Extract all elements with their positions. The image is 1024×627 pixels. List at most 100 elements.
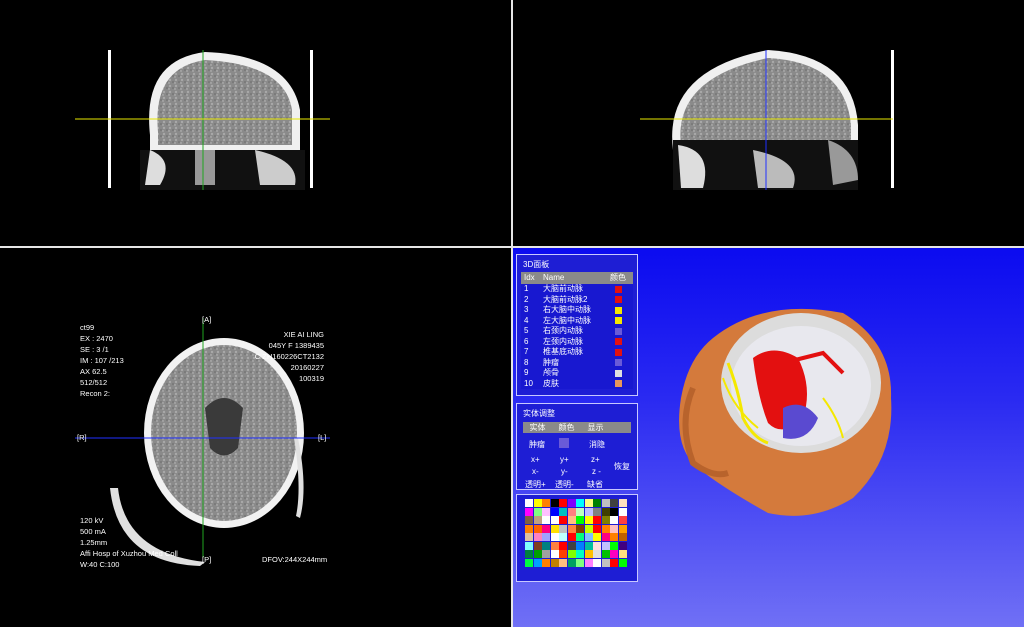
palette-swatch[interactable] bbox=[533, 541, 542, 550]
palette-swatch[interactable] bbox=[584, 558, 593, 567]
color-swatch[interactable] bbox=[614, 285, 622, 293]
palette-swatch[interactable] bbox=[542, 507, 550, 516]
move-x-plus-button[interactable]: x+ bbox=[531, 455, 540, 464]
axial-viewport[interactable]: ct99 EX : 2470 SE : 3 /1 IM : 107 /213 A… bbox=[0, 248, 511, 627]
palette-swatch[interactable] bbox=[610, 499, 618, 507]
restore-button[interactable]: 恢复 bbox=[614, 461, 630, 472]
palette-swatch[interactable] bbox=[550, 558, 559, 567]
palette-swatch[interactable] bbox=[533, 516, 542, 524]
color-swatch[interactable] bbox=[614, 296, 622, 304]
palette-swatch[interactable] bbox=[550, 533, 559, 541]
palette-swatch[interactable] bbox=[559, 541, 567, 550]
palette-swatch[interactable] bbox=[593, 516, 601, 524]
move-z-plus-button[interactable]: z+ bbox=[591, 455, 600, 464]
palette-swatch[interactable] bbox=[618, 507, 627, 516]
palette-swatch[interactable] bbox=[618, 524, 627, 533]
palette-swatch[interactable] bbox=[550, 550, 559, 558]
palette-swatch[interactable] bbox=[525, 550, 533, 558]
table-row[interactable]: 6 左颈内动脉 bbox=[521, 336, 633, 347]
color-swatch[interactable] bbox=[614, 306, 622, 314]
palette-swatch[interactable] bbox=[610, 533, 618, 541]
palette-swatch[interactable] bbox=[525, 507, 533, 516]
color-swatch[interactable] bbox=[614, 317, 622, 325]
palette-swatch[interactable] bbox=[550, 499, 559, 507]
palette-swatch[interactable] bbox=[559, 499, 567, 507]
palette-swatch[interactable] bbox=[593, 507, 601, 516]
palette-swatch[interactable] bbox=[584, 541, 593, 550]
palette-swatch[interactable] bbox=[559, 550, 567, 558]
palette-swatch[interactable] bbox=[533, 499, 542, 507]
palette-swatch[interactable] bbox=[593, 550, 601, 558]
palette-swatch[interactable] bbox=[559, 507, 567, 516]
palette-swatch[interactable] bbox=[542, 533, 550, 541]
palette-swatch[interactable] bbox=[525, 541, 533, 550]
table-row[interactable]: 2 大脑前动脉2 bbox=[521, 294, 633, 305]
palette-swatch[interactable] bbox=[567, 558, 576, 567]
3d-render-viewport[interactable]: 3D面板 Idx Name 颜色 1 大脑前动脉 2 大脑前动脉2 3 右大脑中动脉 4 左大… bbox=[513, 248, 1024, 627]
table-row[interactable]: 4 左大脑中动脉 bbox=[521, 315, 633, 326]
palette-swatch[interactable] bbox=[559, 533, 567, 541]
palette-swatch[interactable] bbox=[610, 507, 618, 516]
palette-swatch[interactable] bbox=[542, 524, 550, 533]
palette-swatch[interactable] bbox=[584, 507, 593, 516]
move-y-plus-button[interactable]: y+ bbox=[560, 455, 569, 464]
palette-swatch[interactable] bbox=[593, 558, 601, 567]
color-swatch[interactable] bbox=[614, 380, 622, 388]
palette-swatch[interactable] bbox=[601, 550, 610, 558]
palette-swatch[interactable] bbox=[576, 550, 584, 558]
table-row[interactable]: 7 椎基底动脉 bbox=[521, 347, 633, 358]
opacity-minus-button[interactable]: 透明- bbox=[555, 479, 574, 490]
palette-swatch[interactable] bbox=[610, 550, 618, 558]
toggle-visibility-button[interactable]: 消隐 bbox=[589, 439, 605, 450]
palette-swatch[interactable] bbox=[542, 558, 550, 567]
palette-swatch[interactable] bbox=[584, 533, 593, 541]
color-swatch[interactable] bbox=[614, 327, 622, 335]
palette-swatch[interactable] bbox=[584, 516, 593, 524]
palette-swatch[interactable] bbox=[584, 550, 593, 558]
palette-swatch[interactable] bbox=[584, 499, 593, 507]
palette-swatch[interactable] bbox=[576, 507, 584, 516]
color-swatch[interactable] bbox=[614, 338, 622, 346]
color-swatch[interactable] bbox=[614, 359, 622, 367]
palette-swatch[interactable] bbox=[567, 524, 576, 533]
palette-swatch[interactable] bbox=[533, 524, 542, 533]
palette-swatch[interactable] bbox=[525, 516, 533, 524]
palette-swatch[interactable] bbox=[533, 507, 542, 516]
palette-swatch[interactable] bbox=[601, 558, 610, 567]
palette-swatch[interactable] bbox=[550, 524, 559, 533]
palette-swatch[interactable] bbox=[618, 541, 627, 550]
palette-swatch[interactable] bbox=[533, 533, 542, 541]
move-z-minus-button[interactable]: z - bbox=[592, 467, 601, 476]
color-swatch[interactable] bbox=[614, 348, 622, 356]
palette-swatch[interactable] bbox=[593, 499, 601, 507]
sagittal-viewport[interactable] bbox=[513, 0, 1024, 246]
table-row[interactable]: 9 颅骨 bbox=[521, 368, 633, 379]
palette-swatch[interactable] bbox=[559, 516, 567, 524]
table-row[interactable]: 8 肿瘤 bbox=[521, 357, 633, 368]
palette-swatch[interactable] bbox=[567, 499, 576, 507]
palette-swatch[interactable] bbox=[542, 541, 550, 550]
palette-swatch[interactable] bbox=[601, 499, 610, 507]
palette-swatch[interactable] bbox=[618, 550, 627, 558]
entity-name[interactable]: 肿瘤 bbox=[529, 439, 545, 450]
palette-swatch[interactable] bbox=[525, 499, 533, 507]
entity-color-swatch[interactable] bbox=[559, 438, 569, 448]
palette-swatch[interactable] bbox=[542, 516, 550, 524]
palette-swatch[interactable] bbox=[576, 541, 584, 550]
palette-swatch[interactable] bbox=[584, 524, 593, 533]
palette-swatch[interactable] bbox=[533, 558, 542, 567]
palette-swatch[interactable] bbox=[567, 533, 576, 541]
default-button[interactable]: 缺省 bbox=[587, 479, 603, 490]
palette-swatch[interactable] bbox=[610, 558, 618, 567]
palette-swatch[interactable] bbox=[550, 541, 559, 550]
move-y-minus-button[interactable]: y- bbox=[561, 467, 568, 476]
palette-swatch[interactable] bbox=[593, 533, 601, 541]
palette-swatch[interactable] bbox=[567, 541, 576, 550]
palette-swatch[interactable] bbox=[567, 516, 576, 524]
palette-swatch[interactable] bbox=[610, 516, 618, 524]
palette-swatch[interactable] bbox=[576, 524, 584, 533]
palette-swatch[interactable] bbox=[593, 541, 601, 550]
palette-swatch[interactable] bbox=[601, 533, 610, 541]
palette-swatch[interactable] bbox=[542, 499, 550, 507]
palette-swatch[interactable] bbox=[618, 516, 627, 524]
